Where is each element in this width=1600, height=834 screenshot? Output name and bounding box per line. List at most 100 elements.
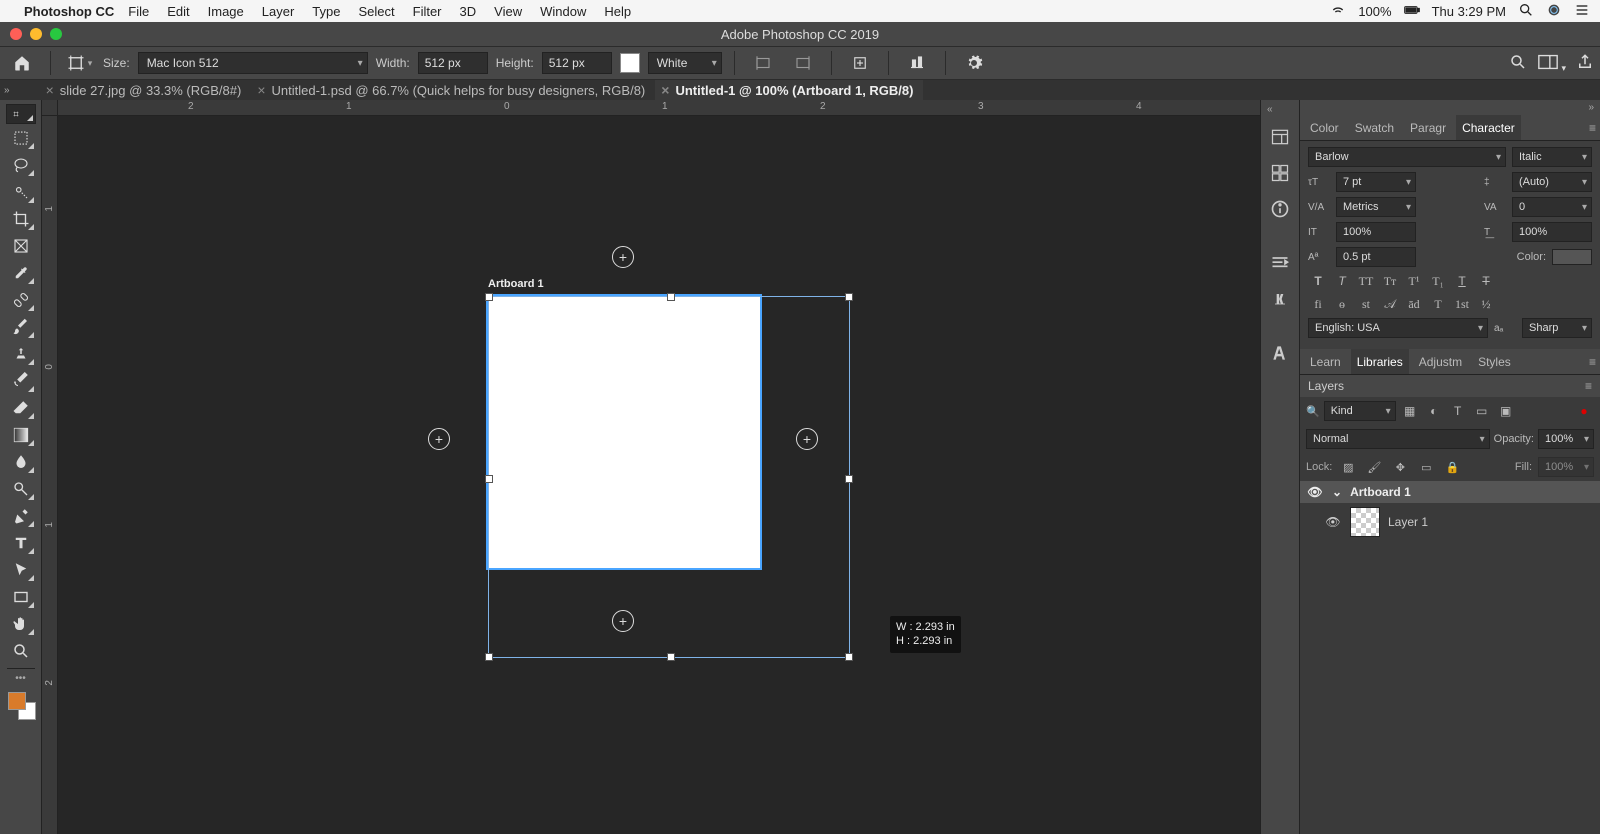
spotlight-icon[interactable] bbox=[1518, 2, 1534, 21]
resize-handle[interactable] bbox=[845, 293, 853, 301]
fill-input[interactable]: 100%▾ bbox=[1538, 457, 1594, 477]
resize-handle[interactable] bbox=[667, 293, 675, 301]
share-icon[interactable] bbox=[1576, 53, 1594, 74]
character-panel-icon[interactable] bbox=[1265, 339, 1295, 367]
document-tab-1[interactable]: ×slide 27.jpg @ 33.3% (RGB/8#) bbox=[40, 80, 252, 100]
swash-button[interactable]: st bbox=[1356, 295, 1376, 313]
rectangle-tool[interactable] bbox=[6, 583, 36, 610]
slashed-zero-button[interactable]: ½ bbox=[1476, 295, 1496, 313]
gradient-tool[interactable] bbox=[6, 421, 36, 448]
lock-image-icon[interactable]: 🖌 bbox=[1364, 458, 1384, 476]
panel-menu-icon[interactable]: ≡ bbox=[1589, 121, 1596, 135]
tab-libraries[interactable]: Libraries bbox=[1351, 349, 1409, 374]
align-artboard-icon-2[interactable] bbox=[787, 50, 819, 76]
ordinals-button[interactable]: T bbox=[1428, 295, 1448, 313]
clone-stamp-tool[interactable] bbox=[6, 340, 36, 367]
visibility-toggle-icon[interactable]: 👁 bbox=[1306, 485, 1324, 499]
disclosure-icon[interactable]: ⌄ bbox=[1332, 485, 1342, 499]
ligature-button[interactable]: fi bbox=[1308, 295, 1328, 313]
menu-image[interactable]: Image bbox=[208, 4, 244, 19]
vertical-scale-input[interactable]: 100% bbox=[1336, 222, 1416, 242]
resize-handle[interactable] bbox=[845, 653, 853, 661]
battery-status[interactable]: 100% bbox=[1358, 4, 1391, 19]
text-color-swatch[interactable] bbox=[1552, 249, 1592, 265]
align-artboard-icon-1[interactable] bbox=[747, 50, 779, 76]
underline-button[interactable]: T bbox=[1452, 272, 1472, 290]
resize-handle[interactable] bbox=[845, 475, 853, 483]
resize-handle[interactable] bbox=[667, 653, 675, 661]
tracking-select[interactable]: 0▾ bbox=[1512, 197, 1592, 217]
opacity-input[interactable]: 100%▾ bbox=[1538, 429, 1594, 449]
tab-swatches[interactable]: Swatch bbox=[1349, 121, 1400, 135]
info-panel-icon[interactable] bbox=[1265, 195, 1295, 223]
filter-toggle-icon[interactable]: ● bbox=[1574, 402, 1594, 420]
transform-bounds[interactable] bbox=[488, 296, 850, 658]
menu-layer[interactable]: Layer bbox=[262, 4, 295, 19]
close-icon[interactable]: × bbox=[46, 82, 54, 98]
menu-file[interactable]: File bbox=[128, 4, 149, 19]
add-artboard-icon[interactable] bbox=[844, 50, 876, 76]
hand-tool[interactable] bbox=[6, 610, 36, 637]
search-icon[interactable] bbox=[1509, 53, 1527, 74]
type-tool[interactable] bbox=[6, 529, 36, 556]
panel-menu-icon[interactable]: ≡ bbox=[1589, 355, 1596, 369]
tab-color[interactable]: Color bbox=[1304, 121, 1345, 135]
lock-all-icon[interactable]: 🔒 bbox=[1442, 458, 1462, 476]
font-size-select[interactable]: 7 pt▾ bbox=[1336, 172, 1416, 192]
contextual-button[interactable]: ɵ bbox=[1332, 295, 1352, 313]
titling-button[interactable]: ād bbox=[1404, 295, 1424, 313]
artboard-tool-options-icon[interactable]: ▾ bbox=[63, 50, 95, 76]
fractions-button[interactable]: 1st bbox=[1452, 295, 1472, 313]
layers-panel-title[interactable]: Layers bbox=[1308, 379, 1344, 393]
vertical-ruler[interactable]: 1 0 1 2 bbox=[42, 116, 58, 834]
add-artboard-left-icon[interactable]: + bbox=[428, 428, 450, 450]
frame-tool[interactable] bbox=[6, 232, 36, 259]
filter-pixel-icon[interactable]: ▦ bbox=[1400, 402, 1420, 420]
allcaps-button[interactable]: TT bbox=[1356, 272, 1376, 290]
tabstrip-overflow-icon[interactable]: » bbox=[4, 85, 10, 96]
layer-name[interactable]: Layer 1 bbox=[1388, 515, 1428, 529]
resize-handle[interactable] bbox=[485, 293, 493, 301]
height-input[interactable]: 512 px bbox=[542, 52, 612, 74]
menu-help[interactable]: Help bbox=[604, 4, 631, 19]
document-tab-3[interactable]: ×Untitled-1 @ 100% (Artboard 1, RGB/8) bbox=[655, 80, 923, 100]
visibility-toggle-icon[interactable]: 👁 bbox=[1324, 515, 1342, 529]
layer-item[interactable]: 👁 Layer 1 bbox=[1300, 503, 1600, 541]
resize-handle[interactable] bbox=[485, 475, 493, 483]
leading-select[interactable]: (Auto)▾ bbox=[1512, 172, 1592, 192]
superscript-button[interactable]: T¹ bbox=[1404, 272, 1424, 290]
width-input[interactable]: 512 px bbox=[418, 52, 488, 74]
layer-thumbnail[interactable] bbox=[1350, 507, 1380, 537]
foreground-background-colors[interactable] bbox=[6, 690, 36, 720]
wifi-icon[interactable] bbox=[1330, 2, 1346, 21]
menu-type[interactable]: Type bbox=[312, 4, 340, 19]
font-family-select[interactable]: Barlow▾ bbox=[1308, 147, 1506, 167]
stylistic-button[interactable]: 𝒜 bbox=[1380, 295, 1400, 313]
horizontal-ruler[interactable]: 2 1 0 1 2 3 4 bbox=[58, 100, 1260, 116]
filter-adjustment-icon[interactable]: ◐ bbox=[1424, 402, 1444, 420]
artboard-preset-select[interactable]: Mac Icon 512▾ bbox=[138, 52, 368, 74]
artboard-bg-select[interactable]: White▾ bbox=[648, 52, 722, 74]
menu-window[interactable]: Window bbox=[540, 4, 586, 19]
tab-learn[interactable]: Learn bbox=[1304, 355, 1347, 369]
clock[interactable]: Thu 3:29 PM bbox=[1432, 4, 1506, 19]
menu-3d[interactable]: 3D bbox=[460, 4, 477, 19]
crop-tool[interactable] bbox=[6, 205, 36, 232]
resize-handle[interactable] bbox=[485, 653, 493, 661]
zoom-tool[interactable] bbox=[6, 637, 36, 664]
dodge-tool[interactable] bbox=[6, 475, 36, 502]
glyphs-panel-icon[interactable] bbox=[1265, 285, 1295, 313]
lasso-tool[interactable] bbox=[6, 151, 36, 178]
history-brush-tool[interactable] bbox=[6, 367, 36, 394]
document-tab-2[interactable]: ×Untitled-1.psd @ 66.7% (Quick helps for… bbox=[251, 80, 655, 100]
language-select[interactable]: English: USA▾ bbox=[1308, 318, 1488, 338]
menu-edit[interactable]: Edit bbox=[167, 4, 189, 19]
gear-icon[interactable] bbox=[958, 50, 990, 76]
window-close-button[interactable] bbox=[10, 28, 22, 40]
strikethrough-button[interactable]: T bbox=[1476, 272, 1496, 290]
brush-tool[interactable] bbox=[6, 313, 36, 340]
marquee-tool[interactable] bbox=[6, 124, 36, 151]
font-style-select[interactable]: Italic▾ bbox=[1512, 147, 1592, 167]
panel-collapse-icon[interactable]: » bbox=[1300, 100, 1600, 115]
lock-artboard-icon[interactable]: ▭ bbox=[1416, 458, 1436, 476]
